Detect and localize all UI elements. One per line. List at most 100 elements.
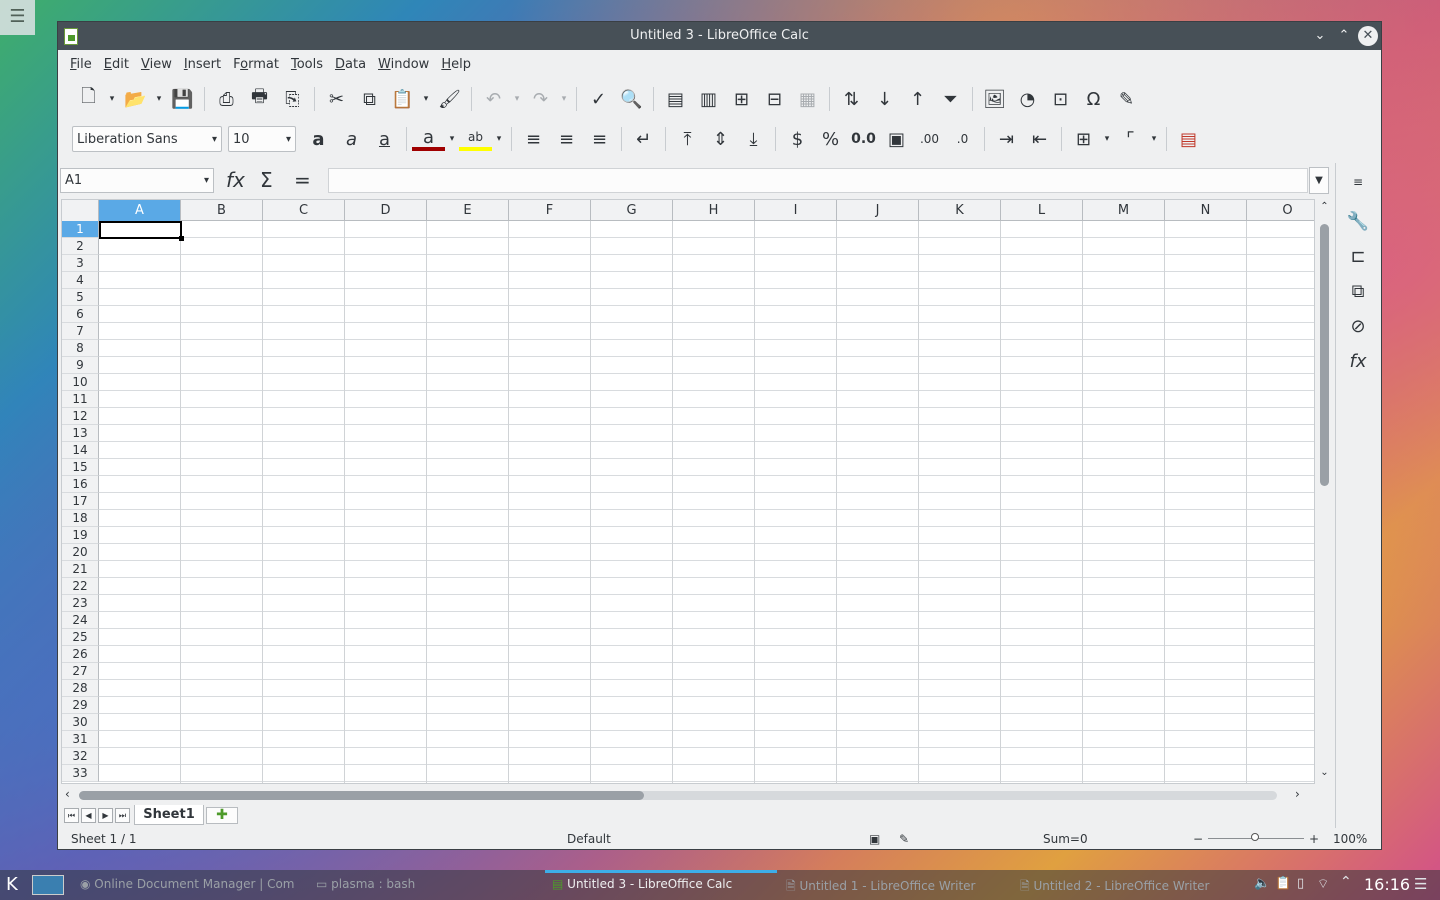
redo-dropdown-icon[interactable]: ▾ <box>557 84 571 114</box>
row-icon[interactable]: ▤ <box>659 84 692 114</box>
column-header-k[interactable]: K <box>919 200 1001 221</box>
italic-icon[interactable]: a <box>335 124 368 154</box>
name-box[interactable]: A1 ▾ <box>60 168 214 193</box>
redo-icon[interactable]: ↷ <box>524 84 557 114</box>
spelling-icon[interactable]: ✓ <box>582 84 615 114</box>
highlight-dropdown-icon[interactable]: ▾ <box>492 124 506 154</box>
column-header-b[interactable]: B <box>181 200 263 221</box>
previous-sheet-icon[interactable]: ◀ <box>81 808 96 823</box>
open-dropdown-icon[interactable]: ▾ <box>152 84 166 114</box>
draw-functions-icon[interactable]: ✎ <box>1110 84 1143 114</box>
column-icon[interactable]: ▥ <box>692 84 725 114</box>
add-sheet-icon[interactable]: ✚ <box>206 807 238 824</box>
sort-icon[interactable]: ⇅ <box>835 84 868 114</box>
border-style-icon[interactable]: ⌜ <box>1114 124 1147 154</box>
expand-formula-bar-icon[interactable]: ▼ <box>1309 167 1329 194</box>
row-header-32[interactable]: 32 <box>62 748 99 765</box>
print-icon[interactable]: 🖶 <box>243 84 276 114</box>
row-header-27[interactable]: 27 <box>62 663 99 680</box>
system-tray-expand-icon[interactable]: ⌃ <box>1340 874 1352 890</box>
volume-icon[interactable]: 🔈 <box>1254 876 1270 891</box>
insert-chart-icon[interactable]: ◔ <box>1011 84 1044 114</box>
row-header-10[interactable]: 10 <box>62 374 99 391</box>
print-preview-icon[interactable]: ⎘ <box>276 84 309 114</box>
underline-icon[interactable]: a <box>368 124 401 154</box>
column-header-c[interactable]: C <box>263 200 345 221</box>
scroll-right-icon[interactable]: › <box>1295 787 1300 801</box>
bold-icon[interactable]: a <box>302 124 335 154</box>
insert-column-icon[interactable]: ⊟ <box>758 84 791 114</box>
sort-ascending-icon[interactable]: ↓ <box>868 84 901 114</box>
horizontal-scroll-thumb[interactable] <box>79 791 644 800</box>
font-color-dropdown-icon[interactable]: ▾ <box>445 124 459 154</box>
row-header-29[interactable]: 29 <box>62 697 99 714</box>
row-header-7[interactable]: 7 <box>62 323 99 340</box>
pivot-table-icon[interactable]: ⊡ <box>1044 84 1077 114</box>
undo-icon[interactable]: ↶ <box>477 84 510 114</box>
pager-desktop[interactable] <box>32 875 64 895</box>
menu-insert[interactable]: Insert <box>178 57 227 72</box>
row-header-13[interactable]: 13 <box>62 425 99 442</box>
navigator-icon[interactable]: ⊘ <box>1342 312 1374 342</box>
row-header-11[interactable]: 11 <box>62 391 99 408</box>
page-style[interactable]: Default <box>567 832 611 846</box>
row-header-24[interactable]: 24 <box>62 612 99 629</box>
column-header-i[interactable]: I <box>755 200 837 221</box>
sum-icon[interactable]: Σ <box>260 168 273 192</box>
taskbar-item-1[interactable]: ▭ plasma : bash <box>316 877 516 891</box>
save-icon[interactable]: 💾 <box>166 84 199 114</box>
menu-view[interactable]: View <box>135 57 178 72</box>
delete-decimal-icon[interactable]: .0 <box>946 124 979 154</box>
sheet-tab[interactable]: Sheet1 <box>134 805 204 825</box>
add-decimal-icon[interactable]: .00 <box>913 124 946 154</box>
scroll-up-icon[interactable]: ⌃ <box>1316 201 1333 212</box>
delete-row-icon[interactable]: ▦ <box>791 84 824 114</box>
menu-window[interactable]: Window <box>372 57 435 72</box>
row-header-28[interactable]: 28 <box>62 680 99 697</box>
menu-tools[interactable]: Tools <box>285 57 329 72</box>
gallery-icon[interactable]: ⧉ <box>1342 277 1374 307</box>
column-header-l[interactable]: L <box>1001 200 1083 221</box>
clock[interactable]: 16:16 <box>1364 875 1410 894</box>
export-pdf-icon[interactable]: ⎙ <box>210 84 243 114</box>
column-header-o[interactable]: O <box>1247 200 1314 221</box>
row-header-20[interactable]: 20 <box>62 544 99 561</box>
column-header-h[interactable]: H <box>673 200 755 221</box>
row-header-26[interactable]: 26 <box>62 646 99 663</box>
insert-image-icon[interactable]: 🖼 <box>978 84 1011 114</box>
special-character-icon[interactable]: Ω <box>1077 84 1110 114</box>
row-header-8[interactable]: 8 <box>62 340 99 357</box>
row-header-14[interactable]: 14 <box>62 442 99 459</box>
column-header-n[interactable]: N <box>1165 200 1247 221</box>
row-header-31[interactable]: 31 <box>62 731 99 748</box>
vertical-scroll-thumb[interactable] <box>1320 224 1329 486</box>
row-header-22[interactable]: 22 <box>62 578 99 595</box>
clipboard-icon[interactable]: 📋 <box>1275 876 1291 891</box>
row-header-23[interactable]: 23 <box>62 595 99 612</box>
row-header-3[interactable]: 3 <box>62 255 99 272</box>
insert-row-icon[interactable]: ⊞ <box>725 84 758 114</box>
device-notifier-icon[interactable]: ▯ <box>1297 876 1304 891</box>
function-wizard-icon[interactable]: fx <box>226 168 245 192</box>
menu-file[interactable]: File <box>64 57 98 72</box>
borders-icon[interactable]: ⊞ <box>1067 124 1100 154</box>
scroll-down-icon[interactable]: ⌄ <box>1316 767 1333 778</box>
horizontal-scrollbar[interactable]: ‹ › <box>61 785 1315 805</box>
chevron-down-icon[interactable]: ▾ <box>204 175 209 186</box>
cell-grid[interactable] <box>99 221 1314 783</box>
taskbar-item-0[interactable]: ◉ Online Document Manager | Com <box>80 877 296 891</box>
close-icon[interactable]: ✕ <box>1358 26 1378 46</box>
align-left-icon[interactable]: ≡ <box>517 124 550 154</box>
conditional-format-icon[interactable]: ▤ <box>1172 124 1205 154</box>
decrease-indent-icon[interactable]: ⇤ <box>1023 124 1056 154</box>
new-document-icon[interactable]: 🗋 <box>72 84 105 114</box>
align-middle-icon[interactable]: ⇕ <box>704 124 737 154</box>
row-header-21[interactable]: 21 <box>62 561 99 578</box>
minimize-icon[interactable]: ⌄ <box>1310 26 1330 46</box>
functions-icon[interactable]: fx <box>1342 347 1374 377</box>
align-right-icon[interactable]: ≡ <box>583 124 616 154</box>
zoom-slider-handle[interactable] <box>1251 833 1259 841</box>
font-size-box[interactable]: 10 ▾ <box>228 126 296 152</box>
column-header-e[interactable]: E <box>427 200 509 221</box>
row-header-17[interactable]: 17 <box>62 493 99 510</box>
